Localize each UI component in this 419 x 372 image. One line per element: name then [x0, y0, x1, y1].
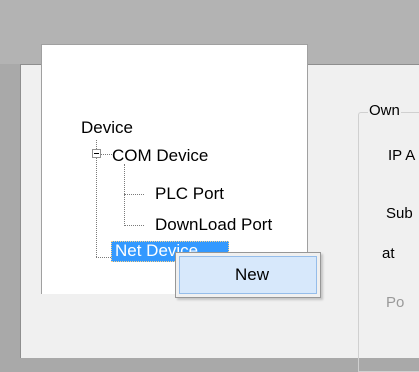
menu-item-new[interactable]: New: [179, 256, 317, 294]
tree-connector-plc: [124, 194, 144, 195]
gateway-label: at: [382, 245, 395, 262]
tree-node-download-port[interactable]: DownLoad Port: [155, 215, 272, 235]
tree-node-plc-port[interactable]: PLC Port: [155, 184, 224, 204]
tree-connector-com-children: [124, 164, 125, 226]
tree-node-device[interactable]: Device: [81, 118, 133, 138]
tree-connector-download: [124, 225, 144, 226]
tree-connector-net: [96, 257, 111, 258]
tree-node-com-device[interactable]: COM Device: [112, 146, 208, 166]
menu-item-new-label: New: [235, 265, 270, 284]
port-label: Po: [386, 294, 405, 311]
context-menu: New: [175, 252, 321, 298]
collapse-toggle-icon[interactable]: [92, 149, 101, 158]
tree-connector-com: [101, 154, 112, 155]
subnet-label: Sub: [386, 205, 413, 222]
ip-address-label: IP A: [388, 147, 416, 164]
owner-group-title: Own: [368, 102, 401, 120]
